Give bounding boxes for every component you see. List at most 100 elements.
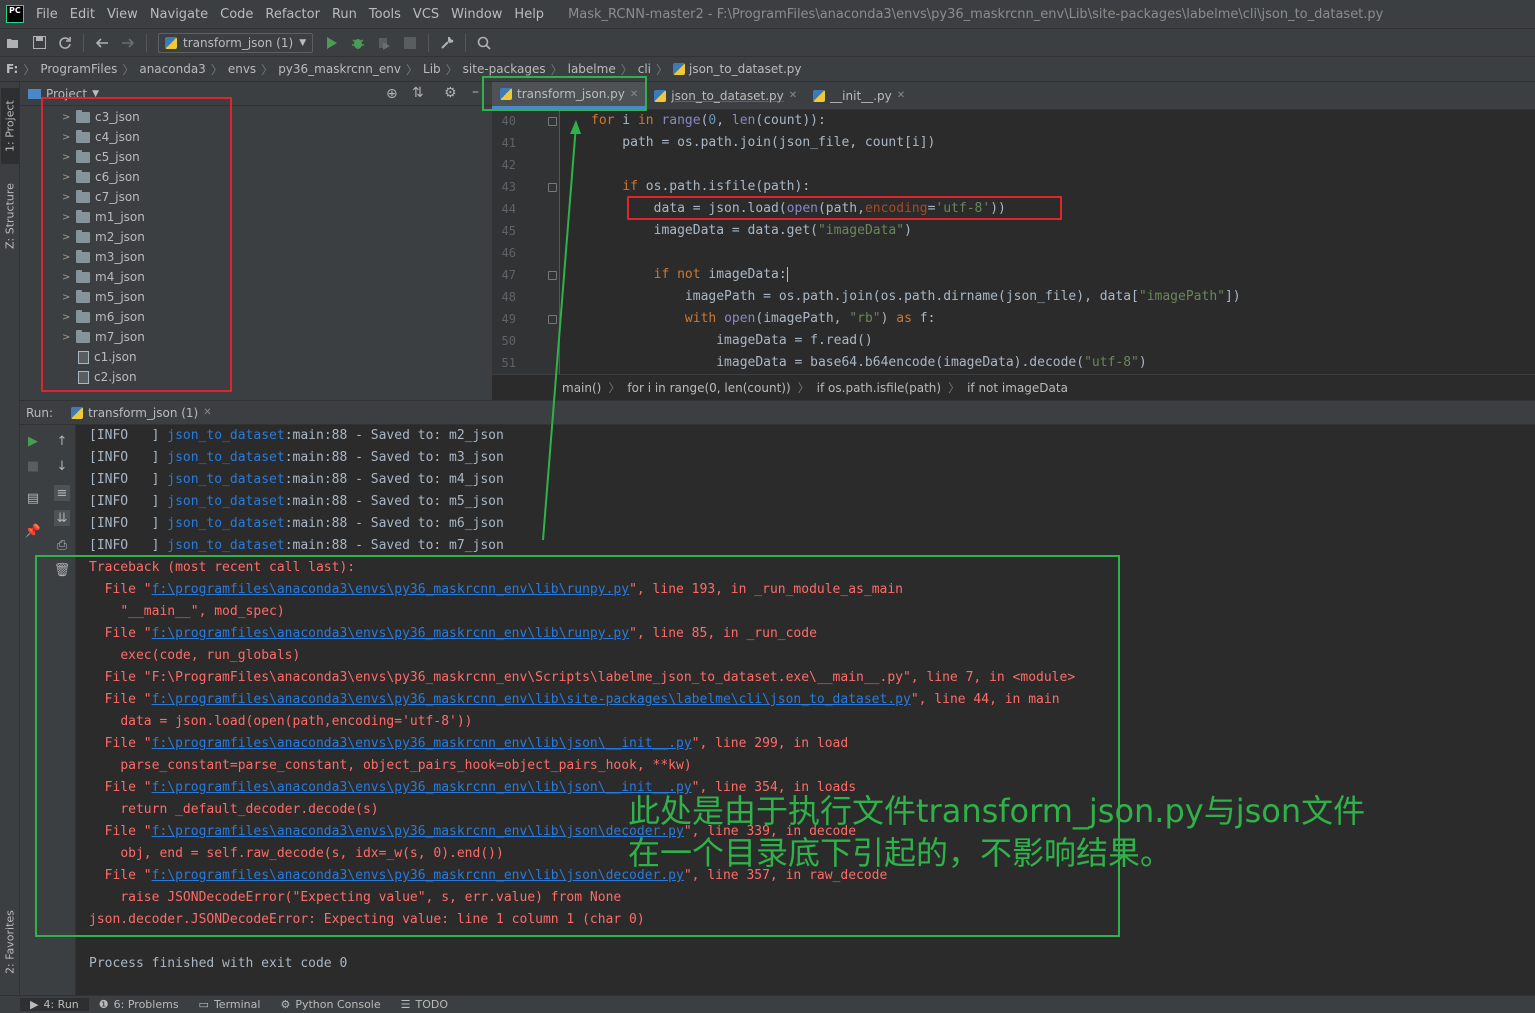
tab-init[interactable]: __init__.py ✕ — [805, 82, 913, 109]
search-icon[interactable] — [474, 33, 494, 53]
rerun-icon[interactable]: ▶ — [25, 433, 41, 449]
run-tab-label: transform_json (1) — [88, 405, 199, 420]
wrench-icon[interactable] — [437, 33, 457, 53]
log-message: :main:88 - Saved to: m2_json — [284, 428, 504, 443]
menu-edit[interactable]: Edit — [64, 7, 101, 22]
fold-marker-icon[interactable] — [548, 183, 557, 192]
tab-favorites-label: 2: Favorites — [3, 910, 17, 974]
python-file-icon — [71, 406, 84, 419]
menu-vcs[interactable]: VCS — [407, 7, 445, 22]
bottom-tab-todo[interactable]: ☰ TODO — [391, 998, 458, 1011]
breadcrumb-item[interactable]: ProgramFiles — [40, 62, 117, 76]
editor-crumb[interactable]: if not imageData — [967, 381, 1068, 395]
toolbar-separator — [428, 33, 430, 52]
breadcrumb-item[interactable]: py36_maskrcnn_env — [278, 62, 401, 76]
log-level: [INFO ] — [89, 538, 168, 553]
soft-wrap-icon[interactable]: ≡ — [54, 485, 70, 501]
sync-icon[interactable] — [55, 33, 75, 53]
run-icon[interactable] — [322, 33, 342, 53]
tab-structure[interactable]: Z: Structure — [1, 174, 19, 258]
toolbar-separator — [83, 33, 84, 52]
close-icon[interactable]: ✕ — [789, 90, 797, 101]
tab-project[interactable]: 1: Project — [1, 88, 19, 164]
save-icon[interactable] — [29, 33, 49, 53]
fold-marker-icon[interactable] — [548, 315, 557, 324]
tab-favorites[interactable]: 2: Favorites — [1, 902, 19, 982]
layout-icon[interactable]: ▤ — [25, 490, 41, 506]
menu-run[interactable]: Run — [326, 7, 363, 22]
tab-json-to-dataset[interactable]: json_to_dataset.py ✕ — [646, 82, 805, 109]
breadcrumb-item[interactable]: envs — [228, 62, 256, 76]
editor-crumb[interactable]: for i in range(0, len(count)) — [627, 381, 790, 395]
bottom-tab-label: 6: Problems — [113, 998, 179, 1011]
line-number: 42 — [501, 158, 516, 172]
breadcrumb-item[interactable]: cli — [638, 62, 651, 76]
editor-crumb[interactable]: if os.path.isfile(path) — [817, 381, 941, 395]
pin-icon[interactable]: 📌 — [25, 523, 41, 539]
menu-tools[interactable]: Tools — [363, 7, 407, 22]
breadcrumb-current-file[interactable]: json_to_dataset.py — [689, 62, 801, 76]
scroll-up-icon[interactable]: ↑ — [54, 433, 70, 449]
breadcrumb-item[interactable]: anaconda3 — [139, 62, 205, 76]
log-message: :main:88 - Saved to: m7_json — [284, 538, 504, 553]
collapse-all-icon[interactable]: ⇅ — [412, 85, 424, 101]
left-tool-strip: 1: Project Z: Structure 2: Favorites — [0, 82, 20, 995]
editor-crumb[interactable]: main() — [562, 381, 601, 395]
line-number: 49 — [501, 312, 516, 326]
bottom-tab-label: Python Console — [295, 998, 381, 1011]
hide-panel-icon[interactable]: – — [472, 84, 479, 100]
close-icon[interactable]: ✕ — [897, 90, 905, 101]
forward-icon[interactable] — [118, 33, 138, 53]
bottom-tab-label: Terminal — [213, 998, 261, 1011]
bottom-tab-python-console[interactable]: ⚙ Python Console — [270, 998, 390, 1011]
menu-refactor[interactable]: Refactor — [259, 7, 326, 22]
menu-code[interactable]: Code — [214, 7, 259, 22]
breadcrumb-item[interactable]: Lib — [423, 62, 441, 76]
breadcrumb-item[interactable]: labelme — [568, 62, 616, 76]
log-module: json_to_dataset — [167, 450, 285, 465]
line-number: 44 — [501, 202, 516, 216]
menu-view[interactable]: View — [101, 7, 144, 22]
log-module: json_to_dataset — [167, 428, 285, 443]
code-line: path = os.path.join(json_file, count[i]) — [591, 135, 936, 150]
bottom-tab-run[interactable]: ▶ 4: Run — [20, 998, 89, 1011]
log-module: json_to_dataset — [167, 538, 285, 553]
fold-marker-icon[interactable] — [548, 271, 557, 280]
annotation-line: 此处是由于执行文件transform_json.py与json文件 — [628, 792, 1366, 830]
code-editor[interactable]: 40 41 42 43 44 45 46 47 48 49 50 51 for i in range(… — [492, 110, 1535, 374]
print-icon[interactable]: ⎙ — [54, 537, 70, 553]
debug-icon[interactable] — [348, 33, 368, 53]
back-icon[interactable] — [92, 33, 112, 53]
line-number: 50 — [501, 334, 516, 348]
line-number: 47 — [501, 268, 516, 282]
close-icon[interactable]: ✕ — [203, 407, 211, 418]
menu-navigate[interactable]: Navigate — [144, 7, 214, 22]
fold-marker-icon[interactable] — [548, 117, 557, 126]
stop-icon[interactable] — [400, 33, 420, 53]
code-line: if os.path.isfile(path): — [622, 179, 811, 194]
log-level: [INFO ] — [89, 450, 168, 465]
python-file-icon — [165, 36, 177, 49]
scroll-down-icon[interactable]: ↓ — [54, 458, 70, 474]
run-configuration-selector[interactable]: transform_json (1) ▼ — [158, 32, 314, 53]
settings-gear-icon[interactable]: ⚙ — [444, 85, 457, 101]
bottom-tab-problems[interactable]: ❶ 6: Problems — [89, 998, 189, 1011]
open-icon[interactable] — [3, 33, 23, 53]
coverage-icon[interactable] — [374, 33, 394, 53]
editor-tab-bar: transform_json.py ✕ json_to_dataset.py ✕… — [492, 82, 1535, 110]
menu-file[interactable]: File — [30, 7, 64, 22]
code-line: imageData = base64.b64encode(imageData).… — [591, 355, 1147, 370]
run-tab[interactable]: transform_json (1) ✕ — [71, 406, 212, 420]
line-number: 46 — [501, 246, 516, 260]
breadcrumb-drive[interactable]: F: — [6, 62, 18, 76]
scroll-to-end-icon[interactable]: ⇊ — [54, 510, 70, 526]
console-info-line: [INFO ] json_to_dataset:main:88 - Saved … — [89, 447, 504, 469]
locate-icon[interactable]: ⊕ — [386, 86, 398, 102]
console-info-line: [INFO ] json_to_dataset:main:88 - Saved … — [89, 513, 504, 535]
console-info-line: [INFO ] json_to_dataset:main:88 - Saved … — [89, 535, 504, 557]
bottom-tab-terminal[interactable]: ▭ Terminal — [189, 998, 271, 1011]
stop-icon[interactable]: ■ — [25, 458, 41, 474]
menu-window[interactable]: Window — [445, 7, 508, 22]
menu-help[interactable]: Help — [508, 7, 550, 22]
breadcrumb-item[interactable]: site-packages — [463, 62, 546, 76]
